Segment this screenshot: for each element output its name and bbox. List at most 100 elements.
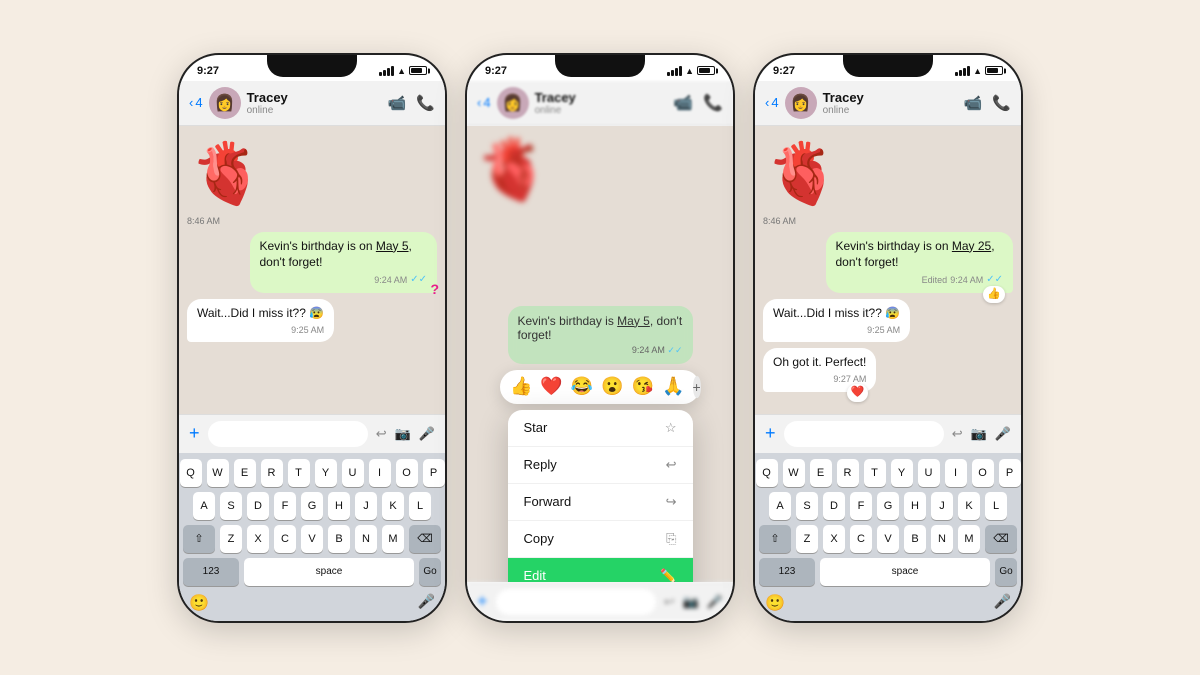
emoji-laugh[interactable]: 😂 (571, 376, 593, 397)
key-delete[interactable]: ⌫ (985, 525, 1017, 553)
key-123[interactable]: 123 (759, 558, 815, 586)
emoji-thumbsup[interactable]: 👍 (510, 376, 532, 397)
plus-icon[interactable]: + (765, 423, 776, 444)
menu-item-edit[interactable]: Edit ✏️ (508, 558, 693, 582)
video-call-icon[interactable]: 📹 (964, 94, 983, 112)
key-p[interactable]: P (423, 459, 445, 487)
reaction-heart: ❤️ (847, 384, 869, 401)
emoji-key[interactable]: 🙂 (189, 593, 209, 613)
message-input[interactable] (784, 421, 944, 447)
key-r[interactable]: R (261, 459, 283, 487)
key-u[interactable]: U (918, 459, 940, 487)
key-i[interactable]: I (369, 459, 391, 487)
key-s[interactable]: S (796, 492, 818, 520)
key-shift[interactable]: ⇧ (183, 525, 215, 553)
key-h[interactable]: H (328, 492, 350, 520)
camera-icon[interactable]: 📷 (395, 426, 411, 442)
header-actions: 📹 📞 (964, 94, 1011, 112)
key-b[interactable]: B (328, 525, 350, 553)
key-n[interactable]: N (931, 525, 953, 553)
key-i[interactable]: I (945, 459, 967, 487)
key-z[interactable]: Z (220, 525, 242, 553)
key-m[interactable]: M (382, 525, 404, 553)
key-y[interactable]: Y (891, 459, 913, 487)
emoji-pray[interactable]: 🙏 (662, 376, 684, 397)
menu-item-star[interactable]: Star ☆ (508, 410, 693, 447)
key-f[interactable]: F (274, 492, 296, 520)
key-p[interactable]: P (999, 459, 1021, 487)
key-u[interactable]: U (342, 459, 364, 487)
key-l[interactable]: L (985, 492, 1007, 520)
key-123[interactable]: 123 (183, 558, 239, 586)
mic-icon[interactable]: 🎤 (419, 426, 435, 442)
reply-icon[interactable]: ↩ (952, 426, 963, 442)
emoji-key[interactable]: 🙂 (765, 593, 785, 613)
key-d[interactable]: D (823, 492, 845, 520)
key-a[interactable]: A (193, 492, 215, 520)
key-j[interactable]: J (355, 492, 377, 520)
key-b[interactable]: B (904, 525, 926, 553)
key-d[interactable]: D (247, 492, 269, 520)
key-space[interactable]: space (244, 558, 414, 586)
mic-key[interactable]: 🎤 (994, 593, 1011, 613)
wifi-icon: ▲ (973, 66, 982, 76)
key-y[interactable]: Y (315, 459, 337, 487)
menu-item-copy[interactable]: Copy ⎘ (508, 521, 693, 558)
key-c[interactable]: C (850, 525, 872, 553)
key-n[interactable]: N (355, 525, 377, 553)
emoji-kiss[interactable]: 😘 (632, 376, 654, 397)
mic-key[interactable]: 🎤 (418, 593, 435, 613)
phone-icon[interactable]: 📞 (992, 94, 1011, 112)
key-shift[interactable]: ⇧ (759, 525, 791, 553)
key-k[interactable]: K (958, 492, 980, 520)
chevron-left-icon: ‹ (189, 95, 193, 110)
back-button[interactable]: ‹ 4 (189, 95, 203, 110)
key-w[interactable]: W (783, 459, 805, 487)
key-e[interactable]: E (810, 459, 832, 487)
key-l[interactable]: L (409, 492, 431, 520)
keyboard: Q W E R T Y U I O P A S D F G H J K L ⇧ … (179, 453, 445, 621)
key-o[interactable]: O (972, 459, 994, 487)
key-t[interactable]: T (864, 459, 886, 487)
key-g[interactable]: G (301, 492, 323, 520)
key-go[interactable]: Go (995, 558, 1017, 586)
camera-icon[interactable]: 📷 (971, 426, 987, 442)
key-m[interactable]: M (958, 525, 980, 553)
key-v[interactable]: V (877, 525, 899, 553)
key-s[interactable]: S (220, 492, 242, 520)
phone-icon[interactable]: 📞 (416, 94, 435, 112)
menu-item-reply[interactable]: Reply ↩ (508, 447, 693, 484)
plus-icon[interactable]: + (189, 423, 200, 444)
key-k[interactable]: K (382, 492, 404, 520)
key-c[interactable]: C (274, 525, 296, 553)
key-j[interactable]: J (931, 492, 953, 520)
emoji-heart[interactable]: ❤️ (540, 376, 562, 397)
key-o[interactable]: O (396, 459, 418, 487)
key-a[interactable]: A (769, 492, 791, 520)
key-e[interactable]: E (234, 459, 256, 487)
key-go[interactable]: Go (419, 558, 441, 586)
key-q[interactable]: Q (180, 459, 202, 487)
key-f[interactable]: F (850, 492, 872, 520)
key-delete[interactable]: ⌫ (409, 525, 441, 553)
key-g[interactable]: G (877, 492, 899, 520)
contact-name: Tracey (823, 90, 958, 105)
message-input[interactable] (208, 421, 368, 447)
key-x[interactable]: X (823, 525, 845, 553)
key-t[interactable]: T (288, 459, 310, 487)
back-button[interactable]: ‹ 4 (765, 95, 779, 110)
more-emoji-button[interactable]: + (693, 376, 701, 398)
emoji-wow[interactable]: 😮 (601, 376, 623, 397)
menu-item-forward[interactable]: Forward ↪ (508, 484, 693, 521)
key-w[interactable]: W (207, 459, 229, 487)
video-call-icon[interactable]: 📹 (388, 94, 407, 112)
key-q[interactable]: Q (756, 459, 778, 487)
key-v[interactable]: V (301, 525, 323, 553)
key-space[interactable]: space (820, 558, 990, 586)
mic-icon[interactable]: 🎤 (995, 426, 1011, 442)
key-h[interactable]: H (904, 492, 926, 520)
reply-icon[interactable]: ↩ (376, 426, 387, 442)
key-x[interactable]: X (247, 525, 269, 553)
key-z[interactable]: Z (796, 525, 818, 553)
key-r[interactable]: R (837, 459, 859, 487)
